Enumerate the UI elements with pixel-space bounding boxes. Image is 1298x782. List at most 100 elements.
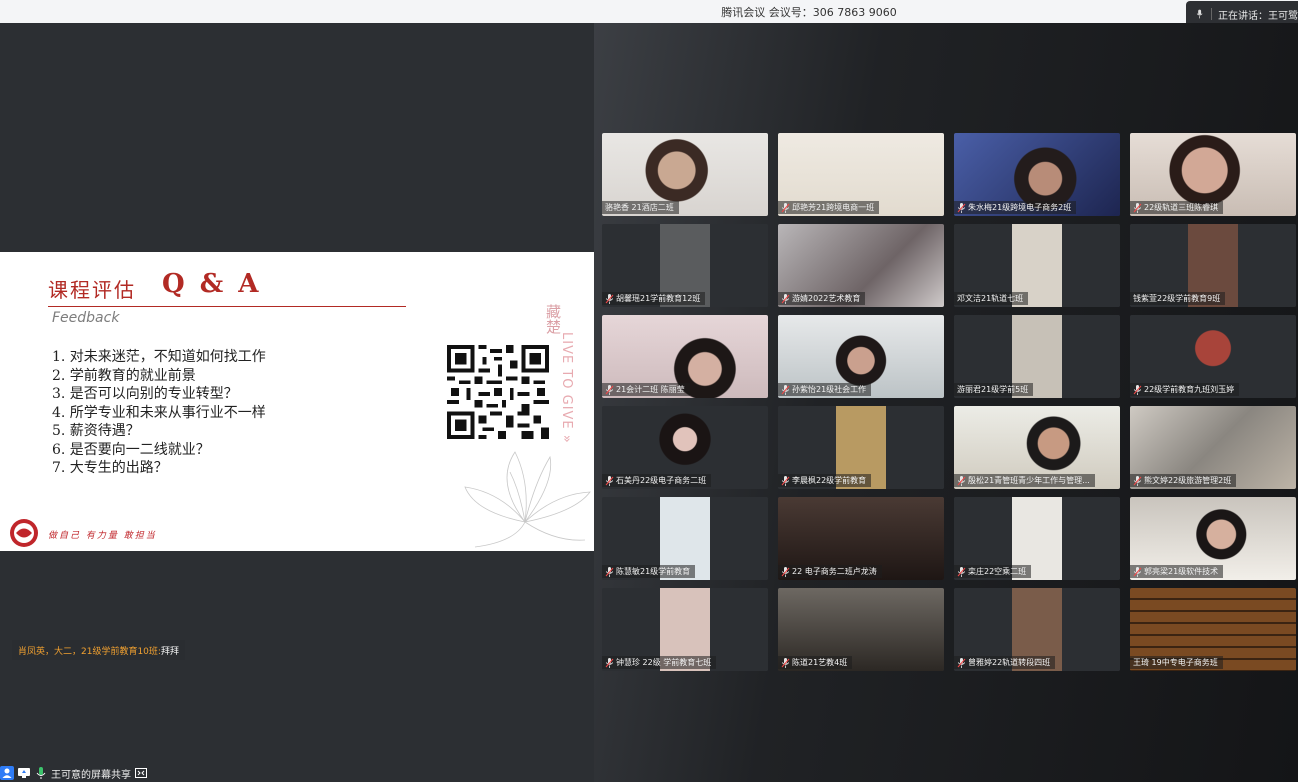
- presentation-slide: 课程评估 Q & A Feedback 1. 对未来迷茫，不知道如何找工作 2.…: [0, 252, 594, 551]
- participant-name: 22 电子商务二班卢龙涛: [792, 567, 877, 576]
- question-item: 3. 是否可以向别的专业转型？: [52, 386, 238, 402]
- participant-name: 胡馨瑶21学前教育12班: [616, 294, 701, 303]
- participant-video-tile[interactable]: 22级学前教育九班刘玉婷: [1130, 315, 1296, 398]
- participant-name-tag: 孙紫怡21级社会工作: [778, 383, 872, 396]
- chat-message: 肖凤英，大二，21级学前教育10班: 拜拜: [12, 640, 185, 660]
- question-item: 2. 学前教育的就业前景: [52, 367, 196, 384]
- participant-name: 熊文婷22级旅游管理2班: [1144, 476, 1232, 485]
- participant-video-tile[interactable]: 游丽君21级学前5班: [954, 315, 1120, 398]
- participant-video-tile[interactable]: 李晨枫22级学前教育: [778, 406, 944, 489]
- slogan-vertical: LIVE TO GIVE »: [559, 332, 574, 444]
- participant-icon[interactable]: [0, 766, 14, 780]
- mic-icon: [1133, 384, 1142, 395]
- mic-icon: [781, 475, 790, 486]
- participant-name-tag: 陈慧敏21级学前教育: [602, 565, 696, 578]
- participant-video-tile[interactable]: 钟慧珍 22级 学前教育七班: [602, 588, 768, 671]
- participant-name: 游丽君21级学前5班: [957, 385, 1029, 394]
- video-grid-panel: 骆艳香 21酒店二班 邱艳芳21跨境电商一班 朱水梅21级跨境电子商务2班 22级轨道…: [594, 23, 1298, 782]
- mic-icon: [605, 566, 614, 577]
- fullscreen-icon[interactable]: [134, 766, 148, 780]
- participant-name-tag: 游丽君21级学前5班: [954, 383, 1034, 396]
- participant-video-tile[interactable]: 骆艳香 21酒店二班: [602, 133, 768, 216]
- participant-name: 钱紫萱22级学前教育9班: [1133, 294, 1221, 303]
- participant-video-tile[interactable]: 曾雅婷22轨道转段四班: [954, 588, 1120, 671]
- school-logo: [10, 519, 38, 547]
- question-item: 7. 大专生的出路？: [52, 460, 168, 476]
- screen-share-bar: 王可意的屏幕共享: [0, 764, 594, 782]
- mic-icon: [781, 293, 790, 304]
- participant-video-tile[interactable]: 朱水梅21级跨境电子商务2班: [954, 133, 1120, 216]
- participant-video-tile[interactable]: 石美丹22级电子商务二班: [602, 406, 768, 489]
- participant-name: 朱水梅21级跨境电子商务2班: [968, 203, 1072, 212]
- participant-name-tag: 22级轨道三班陈睿琪: [1130, 201, 1224, 214]
- participant-name-tag: 钟慧珍 22级 学前教育七班: [602, 656, 717, 669]
- mic-icon: [781, 657, 790, 668]
- participant-name: 钟慧珍 22级 学前教育七班: [616, 658, 712, 667]
- participant-video-tile[interactable]: 胡馨瑶21学前教育12班: [602, 224, 768, 307]
- participant-video-tile[interactable]: 殷松21青管班青少年工作与管理...: [954, 406, 1120, 489]
- mic-icon: [957, 566, 966, 577]
- participant-video-tile[interactable]: 邓文洁21轨道七班: [954, 224, 1120, 307]
- chat-sender: 肖凤英，大二，21级学前教育10班:: [18, 646, 161, 657]
- participant-name-tag: 钱紫萱22级学前教育9班: [1130, 292, 1226, 305]
- participant-video-tile[interactable]: 孙紫怡21级社会工作: [778, 315, 944, 398]
- participant-name: 殷松21青管班青少年工作与管理...: [968, 476, 1090, 485]
- lotus-decoration: [464, 451, 591, 548]
- participant-name-tag: 李晨枫22级学前教育: [778, 474, 872, 487]
- participant-name-tag: 陈道21艺教4班: [778, 656, 853, 669]
- slide-qa-heading: Q & A: [162, 269, 262, 299]
- participant-name: 石美丹22级电子商务二班: [616, 476, 707, 485]
- question-item: 5. 薪资待遇？: [52, 423, 140, 439]
- participant-name: 孙紫怡21级社会工作: [792, 385, 867, 394]
- divider: [1211, 8, 1212, 20]
- participant-name: 21会计二班 陈丽莹: [616, 385, 685, 394]
- question-item: 1. 对未来迷茫，不知道如何找工作: [52, 349, 266, 365]
- participant-name-tag: 石美丹22级电子商务二班: [602, 474, 712, 487]
- participant-video-tile[interactable]: 栾庄22空乘二班: [954, 497, 1120, 580]
- participant-name: 栾庄22空乘二班: [968, 567, 1027, 576]
- participant-name-tag: 栾庄22空乘二班: [954, 565, 1032, 578]
- participant-name-tag: 邓文洁21轨道七班: [954, 292, 1029, 305]
- participant-video-tile[interactable]: 22级轨道三班陈睿琪: [1130, 133, 1296, 216]
- slide-title: 课程评估: [48, 278, 136, 302]
- chat-content: 拜拜: [160, 646, 179, 657]
- slide-subtitle: Feedback: [52, 310, 120, 326]
- meeting-topbar: 腾讯会议 会议号：306 7863 9060 正在讲话：王可鹭: [0, 0, 1298, 27]
- participant-name-tag: 邱艳芳21跨境电商一班: [778, 201, 880, 214]
- mic-icon[interactable]: [34, 766, 48, 780]
- question-item: 4. 所学专业和未来从事行业不一样: [52, 404, 266, 421]
- school-motto: 做自己 有力量 敢担当: [48, 531, 157, 541]
- participant-video-tile[interactable]: 陈慧敏21级学前教育: [602, 497, 768, 580]
- mic-icon: [605, 475, 614, 486]
- participant-name-tag: 郭亮梁21级软件技术: [1130, 565, 1224, 578]
- mic-icon: [957, 657, 966, 668]
- participant-name: 郭亮梁21级软件技术: [1144, 567, 1219, 576]
- participant-video-tile[interactable]: 22 电子商务二班卢龙涛: [778, 497, 944, 580]
- participant-name-tag: 胡馨瑶21学前教育12班: [602, 292, 706, 305]
- participant-video-tile[interactable]: 郭亮梁21级软件技术: [1130, 497, 1296, 580]
- participant-name: 陈道21艺教4班: [792, 658, 848, 667]
- participant-name: 游婧2022艺术教育: [792, 294, 861, 303]
- mic-icon: [781, 202, 790, 213]
- participant-name-tag: 游婧2022艺术教育: [778, 292, 866, 305]
- participant-video-tile[interactable]: 王琦 19中专电子商务班: [1130, 588, 1296, 671]
- participant-video-tile[interactable]: 游婧2022艺术教育: [778, 224, 944, 307]
- participant-name: 骆艳香 21酒店二班: [605, 203, 674, 212]
- question-list: 1. 对未来迷茫，不知道如何找工作 2. 学前教育的就业前景 3. 是否可以向别…: [52, 348, 266, 478]
- mic-icon: [1196, 9, 1203, 19]
- participant-video-tile[interactable]: 钱紫萱22级学前教育9班: [1130, 224, 1296, 307]
- participant-name-tag: 殷松21青管班青少年工作与管理...: [954, 474, 1095, 487]
- participant-name-tag: 骆艳香 21酒店二班: [602, 201, 679, 214]
- participant-name-tag: 曾雅婷22轨道转段四班: [954, 656, 1056, 669]
- participant-video-tile[interactable]: 21会计二班 陈丽莹: [602, 315, 768, 398]
- screen-share-icon[interactable]: [17, 766, 31, 780]
- participant-name: 陈慧敏21级学前教育: [616, 567, 691, 576]
- speaking-label: 正在讲话：王可鹭: [1218, 10, 1298, 22]
- shared-screen-panel: 课程评估 Q & A Feedback 1. 对未来迷茫，不知道如何找工作 2.…: [0, 23, 594, 782]
- participant-video-tile[interactable]: 熊文婷22级旅游管理2班: [1130, 406, 1296, 489]
- participant-video-tile[interactable]: 邱艳芳21跨境电商一班: [778, 133, 944, 216]
- participant-name: 李晨枫22级学前教育: [792, 476, 867, 485]
- participant-video-tile[interactable]: 陈道21艺教4班: [778, 588, 944, 671]
- participant-name-tag: 熊文婷22级旅游管理2班: [1130, 474, 1237, 487]
- mic-icon: [605, 293, 614, 304]
